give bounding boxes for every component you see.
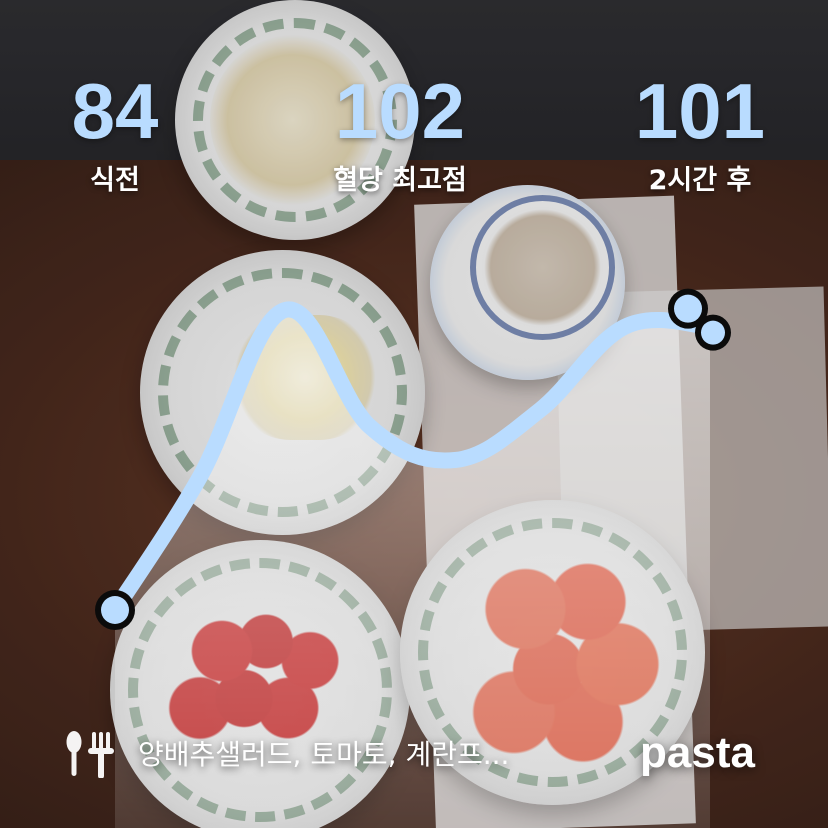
stat-before-meal-value: 84 xyxy=(71,67,159,155)
glucose-point-start xyxy=(101,596,129,624)
glucose-point-end-1 xyxy=(674,294,702,323)
meal-glucose-card: 84 식전 102 혈당 최고점 101 2시간 후 양배추샐러드, 토마토, … xyxy=(0,0,828,828)
brand-logo-text: pasta xyxy=(640,728,755,777)
stat-before-meal: 84 식전 xyxy=(5,72,225,196)
stat-peak-value: 102 xyxy=(334,67,466,155)
stat-after-2h-label: 2시간 후 xyxy=(648,165,752,196)
meal-items-text: 양배추샐러드, 토마토, 계란프... xyxy=(138,738,510,771)
stat-after-2h-value: 101 xyxy=(634,67,766,155)
stat-peak: 102 혈당 최고점 xyxy=(290,72,510,196)
fork-spoon-icon xyxy=(66,731,114,778)
stat-peak-label: 혈당 최고점 xyxy=(333,165,467,196)
meal-summary: 양배추샐러드, 토마토, 계란프... xyxy=(62,728,509,778)
stat-before-meal-label: 식전 xyxy=(90,165,140,196)
stat-after-2h: 101 2시간 후 xyxy=(590,72,810,196)
glucose-point-end-2 xyxy=(701,320,725,345)
